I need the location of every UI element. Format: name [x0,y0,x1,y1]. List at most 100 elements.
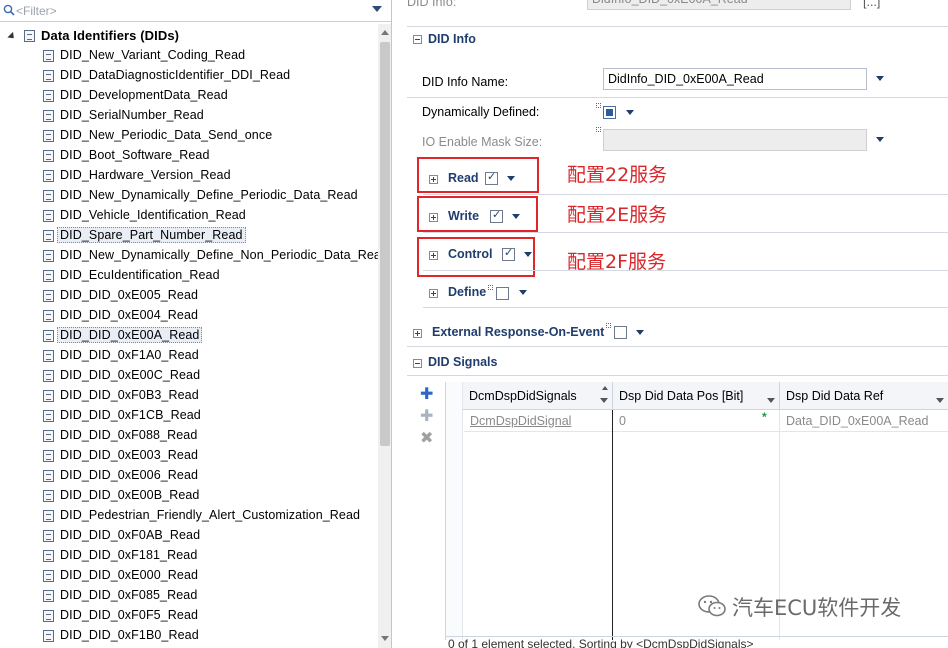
tree-item[interactable]: DID_EcuIdentification_Read [0,266,376,286]
tree-item[interactable]: DID_Pedestrian_Friendly_Alert_Customizat… [0,506,376,526]
tree-item[interactable]: DID_DID_0xF085_Read [0,586,376,606]
dropdown-arrow-icon[interactable] [876,137,884,142]
did-item-icon [43,250,54,262]
column-divider [612,410,613,640]
tree-item[interactable]: DID_DID_0xF0AB_Read [0,526,376,546]
expand-plus-icon[interactable] [413,329,422,338]
dynamically-defined-checkbox[interactable] [603,106,616,119]
did-item-icon [43,330,54,342]
dropdown-arrow-icon[interactable] [519,290,527,295]
divider [423,307,948,308]
column-header-data-ref[interactable]: Dsp Did Data Ref [780,382,948,410]
filter-icon[interactable] [767,398,775,403]
tree-item-label: DID_SerialNumber_Read [60,108,204,122]
tree-item[interactable]: DID_DevelopmentData_Read [0,86,376,106]
tree-item[interactable]: DID_DataDiagnosticIdentifier_DDI_Read [0,66,376,86]
did-item-icon [43,70,54,82]
required-marker-icon: * [762,410,767,424]
divider [423,270,948,271]
tree-item-label: DID_DID_0xE00C_Read [60,368,201,382]
scroll-down-icon[interactable] [381,636,389,641]
dropdown-arrow-icon[interactable] [626,110,634,115]
tree-item[interactable]: DID_Boot_Software_Read [0,146,376,166]
did-info-ref-label: DID Info: [407,0,457,9]
tree-item[interactable]: DID_New_Dynamically_Define_Non_Periodic_… [0,246,378,266]
dropdown-arrow-icon[interactable] [876,76,884,81]
tree-item[interactable]: DID_DID_0xF1A0_Read [0,346,376,366]
tree-item-label: DID_DID_0xE003_Read [60,448,199,462]
expand-plus-icon[interactable] [429,251,438,260]
scroll-up-icon[interactable] [381,30,389,35]
tree-item[interactable]: DID_DID_0xE006_Read [0,466,376,486]
tree-item[interactable]: DID_Spare_Part_Number_Read [0,226,376,246]
search-icon [3,4,15,16]
did-item-icon [43,550,54,562]
tree-item[interactable]: DID_DID_0xF1B0_Read [0,626,376,646]
io-enable-mask-size-field[interactable] [603,129,867,151]
filter-icon[interactable] [600,398,608,403]
scrollbar-thumb[interactable] [380,42,390,446]
tree-item[interactable]: DID_DID_0xF181_Read [0,546,376,566]
dropdown-arrow-icon[interactable] [512,214,520,219]
expand-plus-icon[interactable] [429,175,438,184]
did-tree-panel: <Filter> Data Identifiers (DIDs) DID_New… [0,0,392,648]
tree-item-label: DID_DID_0xE00B_Read [60,488,200,502]
tree-item-label: DID_DID_0xE005_Read [60,288,199,302]
external-roe-checkbox[interactable] [614,326,627,339]
collapse-arrow-icon[interactable] [7,31,17,42]
tree-item[interactable]: DID_DID_0xE00B_Read [0,486,376,506]
dropdown-arrow-icon[interactable] [636,330,644,335]
table-cell-ref[interactable]: Data_DID_0xE00A_Read [780,410,948,432]
table-cell-pos[interactable]: 0 [613,410,779,432]
write-checkbox[interactable] [490,208,503,223]
filter-dropdown-icon[interactable] [372,6,382,12]
tree-scrollbar[interactable] [378,24,391,648]
collapse-minus-icon[interactable] [413,35,422,44]
tree-item[interactable]: DID_New_Variant_Coding_Read [0,46,376,66]
delete-icon[interactable]: ✖ [420,428,433,448]
filter-input[interactable]: <Filter> [16,4,57,18]
browse-button[interactable]: [...] [863,0,880,9]
sort-icon[interactable] [602,386,608,390]
dropdown-arrow-icon[interactable] [507,176,515,181]
tree-item[interactable]: DID_DID_0xF0B3_Read [0,386,376,406]
tree-root-dids[interactable]: Data Identifiers (DIDs) [0,26,376,46]
did-info-name-field[interactable]: DidInfo_DID_0xE00A_Read [603,68,867,90]
expand-plus-icon[interactable] [429,213,438,222]
tree-item[interactable]: DID_New_Periodic_Data_Send_once [0,126,376,146]
did-signals-section-title: DID Signals [428,355,498,369]
tree-item[interactable]: DID_DID_0xE004_Read [0,306,376,326]
read-checkbox[interactable] [485,170,498,185]
divider [407,97,948,98]
expand-plus-icon[interactable] [429,289,438,298]
control-checkbox[interactable] [502,246,515,261]
did-item-icon [43,510,54,522]
column-header-data-pos[interactable]: Dsp Did Data Pos [Bit] [613,382,780,410]
default-marker-icon [488,285,493,290]
tree-item[interactable]: DID_Vehicle_Identification_Read [0,206,376,226]
tree-item[interactable]: DID_DID_0xE00C_Read [0,366,376,386]
table-cell-signal[interactable]: DcmDspDidSignal [464,410,612,432]
tree-item[interactable]: DID_DID_0xE000_Read [0,566,376,586]
tree-item[interactable]: DID_DID_0xE005_Read [0,286,376,306]
filter-icon[interactable] [936,398,944,403]
tree-item[interactable]: DID_DID_0xE003_Read [0,446,376,466]
define-checkbox[interactable] [496,287,509,300]
tree-item[interactable]: DID_DID_0xF1CB_Read [0,406,376,426]
column-header-signals[interactable]: DcmDspDidSignals [463,382,613,410]
collapse-minus-icon[interactable] [413,359,422,368]
tree-item[interactable]: DID_SerialNumber_Read [0,106,376,126]
tree-item[interactable]: DID_DID_0xE00A_Read [0,326,376,346]
add-icon[interactable]: ✚ [420,384,433,404]
tree-item[interactable]: DID_DID_0xF0F5_Read [0,606,376,626]
add-child-icon[interactable]: ✚ [420,406,433,426]
did-info-ref-field[interactable]: DidInfo_DID_0xE00A_Read [587,0,851,10]
tree-item[interactable]: DID_DID_0xF088_Read [0,426,376,446]
dropdown-arrow-icon[interactable] [524,252,532,257]
tree-item[interactable]: DID_New_Dynamically_Define_Periodic_Data… [0,186,376,206]
did-item-icon [43,350,54,362]
filter-bar[interactable]: <Filter> [0,0,391,22]
tree-item[interactable]: DID_Hardware_Version_Read [0,166,376,186]
dynamically-defined-label: Dynamically Defined: [422,105,540,119]
did-item-icon [43,290,54,302]
